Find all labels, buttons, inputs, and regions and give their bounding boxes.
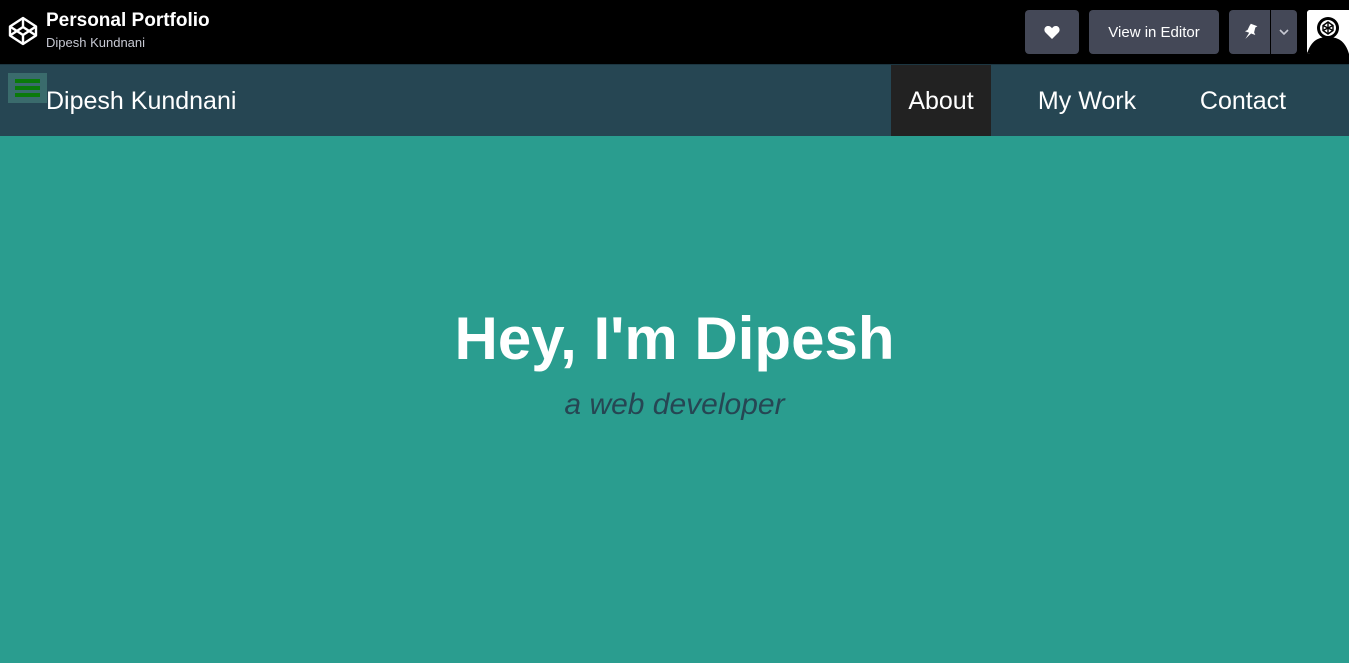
hero-section: Hey, I'm Dipesh a web developer: [0, 136, 1349, 663]
codepen-top-bar: Personal Portfolio Dipesh Kundnani View …: [0, 0, 1349, 64]
codepen-logo-icon[interactable]: [8, 16, 38, 46]
pen-author[interactable]: Dipesh Kundnani: [46, 35, 145, 50]
pin-dropdown-button[interactable]: [1271, 10, 1297, 54]
site-brand[interactable]: Dipesh Kundnani: [46, 87, 236, 116]
site-navbar: Dipesh Kundnani About My Work Contact: [0, 64, 1349, 137]
like-button[interactable]: [1025, 10, 1079, 54]
pin-icon: [1244, 23, 1257, 39]
nav-link-about[interactable]: About: [891, 65, 991, 137]
pin-button[interactable]: [1229, 10, 1270, 54]
hero-title: Hey, I'm Dipesh: [454, 305, 895, 372]
view-in-editor-button[interactable]: View in Editor: [1089, 10, 1219, 54]
user-avatar[interactable]: [1307, 10, 1349, 54]
nav-link-contact[interactable]: Contact: [1178, 65, 1308, 137]
avatar-image: [1307, 10, 1349, 54]
heart-icon: [1044, 25, 1060, 39]
hamburger-menu-icon[interactable]: [8, 73, 47, 103]
nav-link-my-work[interactable]: My Work: [1016, 65, 1158, 137]
chevron-down-icon: [1279, 29, 1289, 35]
hero-subtitle: a web developer: [564, 388, 785, 421]
pen-title[interactable]: Personal Portfolio: [46, 10, 210, 32]
